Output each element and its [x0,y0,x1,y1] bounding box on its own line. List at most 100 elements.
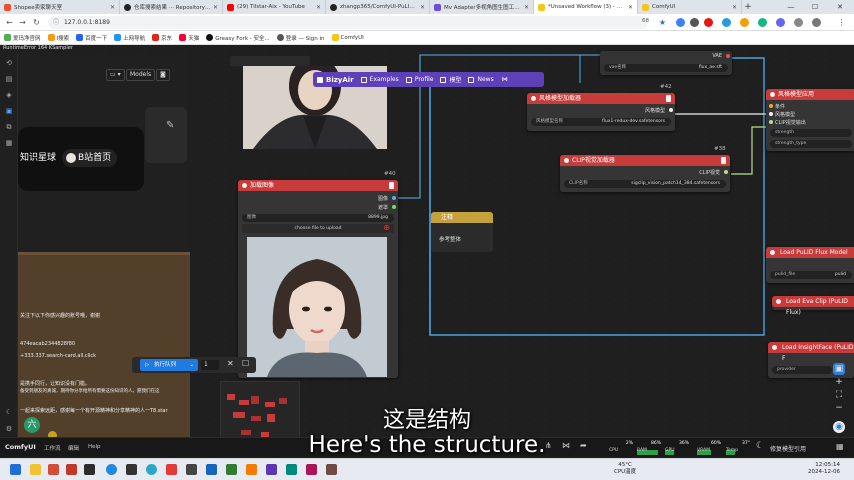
app-icon[interactable] [286,464,297,475]
app-icon[interactable] [306,464,317,475]
bookmark-item[interactable]: 上网导航 [114,34,145,42]
bookmark-item[interactable]: ComfyUI [331,34,364,41]
bookmark-item[interactable]: Greasy Fork - 安全... [206,34,270,42]
image-select-widget[interactable]: 图像 8899.jpg [242,214,394,222]
bookmark-item[interactable]: 登录 — Sign in [276,34,325,42]
system-clock[interactable]: 12:05:14 2024-12-06 [806,462,840,476]
close-tab-icon[interactable]: ✕ [628,4,633,11]
maximize-button[interactable]: ☐ [806,0,824,14]
app-icon[interactable] [84,464,95,475]
close-tab-icon[interactable]: ✕ [213,4,218,11]
app-icon[interactable] [186,464,197,475]
bookmark-star-icon[interactable]: ★ [657,17,668,28]
app-icon[interactable] [326,464,337,475]
bookmark-item[interactable]: Ⅰ搜索 [47,34,69,42]
camera-icon[interactable]: ◙ [156,69,170,81]
clip-vision-loader-node[interactable]: CLIP视觉加载器 CLIP视觉 CLIP名称 sigclip_vision_p… [560,155,730,192]
extension-icon[interactable] [740,18,749,27]
node-title[interactable]: CLIP视觉加载器 [560,155,730,166]
node-title[interactable]: 加载图像 [238,180,398,191]
bizyair-examples[interactable]: Examples [360,76,399,83]
image-output-port[interactable] [392,196,396,200]
bilibili-home-link[interactable]: B站首页 [62,149,118,167]
note-node[interactable]: 注释 参考整体 [431,212,493,252]
style-model-loader-node[interactable]: 风格模型加载器 风格模型 风格模型名称 flux1-redux-dev.safe… [527,93,675,131]
extension-icon[interactable] [690,18,699,27]
explorer-icon[interactable] [30,464,41,475]
bookmark-item[interactable]: 京东 [152,34,172,42]
node-title[interactable]: 风格模型加载器 [527,93,675,104]
strength-widget[interactable]: strength [770,129,852,137]
extension-icon[interactable] [722,18,731,27]
note-text[interactable]: 参考整体 [439,235,461,243]
input-port[interactable] [769,120,773,124]
load-eva-clip-node[interactable]: Load Eva Clip (PuLID Flux) [772,296,854,316]
extension-icon[interactable] [776,18,785,27]
browser-tab[interactable]: Shopee卖家聊天室 ✕ [0,0,120,14]
app-icon[interactable] [66,464,77,475]
new-tab-button[interactable]: + [742,0,754,14]
browser-tab[interactable]: Mv Adapter多视角图生图工作流 ✕ [430,0,534,14]
fit-view-icon[interactable]: ⛶ [833,389,845,401]
style-model-name-widget[interactable]: 风格模型名称 flux1-redux-dev.safetensors [531,118,671,126]
cube-icon[interactable]: ◈ [5,91,13,99]
bizyair-news[interactable]: News [468,76,494,83]
app-icon[interactable] [226,464,237,475]
mask-output-port[interactable] [392,205,396,209]
back-icon[interactable]: ← [4,17,15,28]
models-tab-button[interactable]: Models [126,69,156,81]
chevron-down-icon[interactable]: ⌄ [189,359,194,371]
close-tab-icon[interactable]: ✕ [420,4,425,11]
node-title[interactable]: Load PuLID Flux Model [766,247,854,258]
node-title[interactable]: 注释 [431,212,493,223]
app-icon[interactable] [48,464,59,475]
stop-icon[interactable]: ☐ [242,359,249,368]
reload-icon[interactable]: ↻ [31,17,42,28]
queue-icon[interactable]: ▤ [5,75,13,83]
output-port[interactable] [724,170,728,174]
browser-tab[interactable]: zhangp365/ComfyUI-PuLID-Flu ✕ [326,0,430,14]
upload-button[interactable]: choose file to upload ⊕ [242,224,394,233]
close-tab-icon[interactable]: ✕ [316,4,321,11]
bizyair-logo[interactable]: BizyAir [317,76,354,84]
select-tool-icon[interactable]: ▣ [833,363,845,375]
bizyair-profile[interactable]: Profile [405,76,433,83]
app-icon[interactable] [266,464,277,475]
node-title[interactable]: 风格模型应用 [766,89,854,100]
edge-icon[interactable] [146,464,157,475]
collapse-icon[interactable]: ⋈ [502,76,508,83]
cpu-temp-widget[interactable]: 45°C CPU温度 [614,462,636,476]
strength-type-widget[interactable]: strength_type [770,140,852,148]
style-model-apply-node[interactable]: 风格模型应用 条件 风格模型 CLIP视觉输出 strength strengt… [766,89,854,151]
browser-tab-active[interactable]: *Unsaved Workflow (3) - Comfy ✕ [534,0,638,14]
bookmark-item[interactable]: 爱玛净官网 [4,34,41,42]
input-port[interactable] [769,104,773,108]
terminal-icon[interactable] [126,464,137,475]
app-icon[interactable] [206,464,217,475]
workflow-icon[interactable]: ⧉ [5,123,13,131]
close-tab-icon[interactable]: ✕ [524,4,529,11]
batch-count-input[interactable]: 1 [201,360,219,370]
bookmark-item[interactable]: 百度一下 [76,34,107,42]
image-icon[interactable]: ▦ [5,139,13,147]
edit-icon[interactable]: ✎ [166,120,174,131]
profile-avatar-icon[interactable] [812,18,821,27]
minimize-button[interactable]: — [782,0,800,14]
url-field[interactable]: ⓘ 127.0.0.1:8189 [48,16,648,29]
start-icon[interactable] [10,464,21,475]
menu-dots-icon[interactable]: ⋮ [836,17,847,28]
chrome-icon[interactable] [106,464,117,475]
models-icon[interactable]: ▣ [5,107,13,115]
node-title[interactable]: Load InsightFace (PuLID F [768,342,854,362]
puzzle-icon[interactable] [794,18,803,27]
bookmark-item[interactable]: 天猫 [179,34,199,42]
node-title[interactable]: Load Eva Clip (PuLID Flux) [772,296,854,316]
app-icon[interactable] [166,464,177,475]
vae-loader-node[interactable]: VAE vae名称 flux_ae.sft [600,51,732,75]
zoom-in-icon[interactable]: + [833,376,845,388]
vae-output-port[interactable] [726,54,730,58]
load-pulid-flux-model-node[interactable]: Load PuLID Flux Model pulid_file pulid [766,247,854,283]
browser-tab[interactable]: (29) Tilstar-Aix - YouTube ✕ [223,0,326,14]
clip-name-widget[interactable]: CLIP名称 sigclip_vision_patch14_384.safete… [564,180,726,188]
folder-dropdown-button[interactable]: ▭ ▾ [106,69,125,81]
